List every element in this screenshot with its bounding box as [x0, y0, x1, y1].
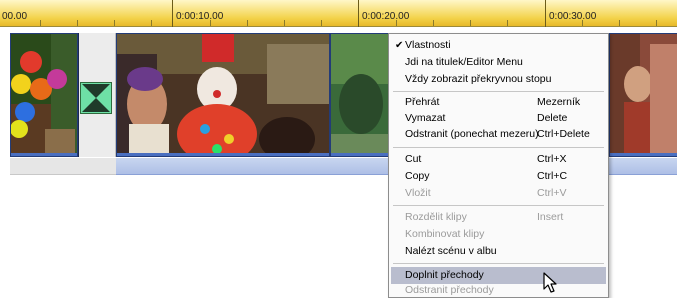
hourglass-icon — [81, 83, 111, 113]
menu-separator — [393, 205, 604, 206]
menu-item-copy[interactable]: Copy Ctrl+C — [391, 168, 606, 185]
ruler-minor-tick — [656, 20, 657, 26]
ruler-label-0: 00.00 — [2, 11, 28, 22]
ruler-major-tick — [358, 0, 359, 27]
clip-thumbnail — [11, 34, 77, 156]
menu-item-shortcut: Mezerník — [537, 96, 581, 108]
ruler-minor-tick — [210, 20, 211, 26]
menu-item-label: Vlastnosti — [405, 39, 451, 51]
ruler-major-tick — [172, 0, 173, 27]
ruler-label-30: 0:00:30.00 — [549, 11, 597, 22]
menu-item-jdi-na-titulek[interactable]: Jdi na titulek/Editor Menu — [391, 54, 606, 71]
clip-thumbnail — [331, 34, 389, 156]
menu-item-label: Odstranit přechody — [405, 284, 494, 296]
menu-item-label: Cut — [405, 153, 422, 165]
transition-icon[interactable] — [80, 82, 112, 114]
menu-item-label: Odstranit (ponechat mezeru) — [405, 128, 539, 140]
menu-item-label: Vložit — [405, 187, 431, 199]
menu-item-odstranit-ponechat-mezeru[interactable]: Odstranit (ponechat mezeru) Ctrl+Delete — [391, 126, 606, 143]
menu-item-odstranit-prechody[interactable]: Odstranit přechody — [391, 284, 606, 297]
clip-thumbnail — [117, 34, 329, 156]
menu-item-shortcut: Ctrl+C — [537, 170, 568, 182]
menu-item-doplnit-prechody[interactable]: Doplnit přechody — [391, 267, 606, 284]
menu-item-label: Přehrát — [405, 96, 440, 108]
menu-item-vlozit[interactable]: Vložit Ctrl+V — [391, 185, 606, 202]
ruler-minor-tick — [433, 20, 434, 26]
timeline-ruler[interactable]: 00.00 0:00:10.00 0:00:20.00 0:00:30.00 — [0, 0, 677, 27]
menu-item-shortcut: Ctrl+Delete — [537, 128, 590, 140]
menu-item-kombinovat-klipy[interactable]: Kombinovat klipy — [391, 226, 606, 243]
clip-audio-bar — [117, 153, 329, 156]
menu-item-nalezt-scenu[interactable]: Nalézt scénu v albu — [391, 243, 606, 260]
ruler-minor-tick — [619, 20, 620, 26]
menu-item-shortcut: Delete — [537, 112, 568, 124]
menu-item-zobrazit-prekryvnou-stopu[interactable]: Vždy zobrazit překryvnou stopu — [391, 71, 606, 88]
audio-track-gap — [10, 158, 116, 175]
clip-audio-bar — [11, 153, 77, 156]
menu-item-rozdelit-klipy[interactable]: Rozdělit klipy Insert — [391, 209, 606, 226]
ruler-minor-tick — [114, 20, 115, 26]
menu-item-label: Nalézt scénu v albu — [405, 245, 497, 257]
ruler-minor-tick — [40, 20, 41, 26]
menu-item-label: Kombinovat klipy — [405, 228, 485, 240]
ruler-minor-tick — [582, 20, 583, 26]
menu-item-vlastnosti[interactable]: ✔ Vlastnosti — [391, 37, 606, 54]
ruler-minor-tick — [321, 20, 322, 26]
menu-separator — [393, 91, 604, 92]
menu-item-shortcut: Ctrl+X — [537, 153, 567, 165]
ruler-minor-tick — [396, 20, 397, 26]
ruler-minor-tick — [77, 20, 78, 26]
menu-item-label: Rozdělit klipy — [405, 211, 467, 223]
clip-clown[interactable] — [116, 33, 330, 157]
ruler-minor-tick — [247, 20, 248, 26]
menu-item-label: Jdi na titulek/Editor Menu — [405, 56, 523, 68]
ruler-major-tick — [545, 0, 546, 27]
mouse-pointer-icon — [543, 272, 557, 293]
ruler-minor-tick — [151, 20, 152, 26]
menu-separator — [393, 147, 604, 148]
clip-green[interactable] — [330, 33, 390, 157]
menu-item-shortcut: Insert — [537, 211, 564, 223]
menu-item-vymazat[interactable]: Vymazat Delete — [391, 110, 606, 127]
clip-audio-bar — [610, 153, 677, 156]
clip-thumbnail — [610, 34, 677, 156]
clip-right[interactable] — [609, 33, 677, 157]
ruler-minor-tick — [470, 20, 471, 26]
context-menu[interactable]: ✔ Vlastnosti Jdi na titulek/Editor Menu … — [388, 33, 609, 298]
ruler-label-20: 0:00:20.00 — [362, 11, 410, 22]
ruler-label-10: 0:00:10.00 — [176, 11, 224, 22]
menu-item-label: Copy — [405, 170, 430, 182]
menu-item-cut[interactable]: Cut Ctrl+X — [391, 151, 606, 168]
menu-item-shortcut: Ctrl+V — [537, 187, 567, 199]
clip-audio-bar — [331, 153, 389, 156]
menu-item-prehrat[interactable]: Přehrát Mezerník — [391, 94, 606, 111]
menu-separator — [393, 263, 604, 264]
clip-divider — [78, 33, 79, 157]
menu-item-label: Vždy zobrazit překryvnou stopu — [405, 73, 552, 85]
ruler-minor-tick — [507, 20, 508, 26]
checkmark-icon: ✔ — [395, 40, 404, 51]
clip-balloons[interactable] — [10, 33, 78, 157]
ruler-minor-tick — [284, 20, 285, 26]
menu-item-label: Vymazat — [405, 112, 446, 124]
menu-item-label: Doplnit přechody — [405, 269, 484, 281]
